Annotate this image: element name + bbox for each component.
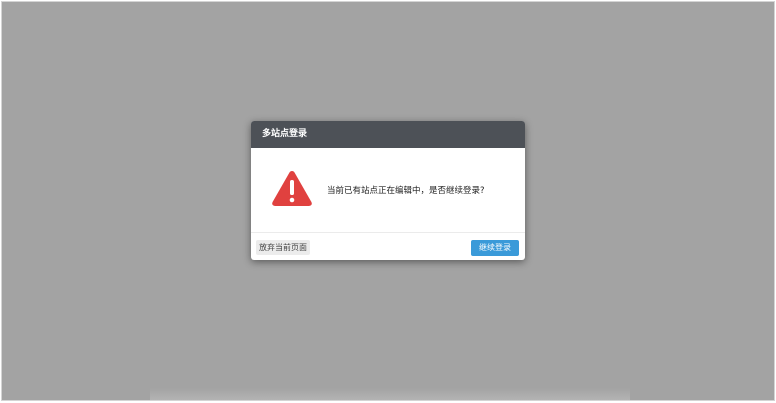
page: 多站点登录 当前已有站点正在编辑中，是否继续登录? 放弃当前页面 继续登录 — [0, 0, 776, 403]
dialog-body: 当前已有站点正在编辑中，是否继续登录? — [251, 148, 525, 233]
continue-login-button[interactable]: 继续登录 — [471, 240, 519, 256]
abandon-page-button[interactable]: 放弃当前页面 — [256, 240, 310, 255]
dialog-title: 多站点登录 — [251, 121, 525, 148]
backdrop-glow — [150, 388, 630, 400]
warning-triangle-icon — [272, 171, 312, 206]
dialog-message: 当前已有站点正在编辑中，是否继续登录? — [327, 186, 485, 196]
dialog-footer: 放弃当前页面 继续登录 — [251, 233, 525, 260]
multi-site-login-dialog: 多站点登录 当前已有站点正在编辑中，是否继续登录? 放弃当前页面 继续登录 — [251, 121, 525, 260]
